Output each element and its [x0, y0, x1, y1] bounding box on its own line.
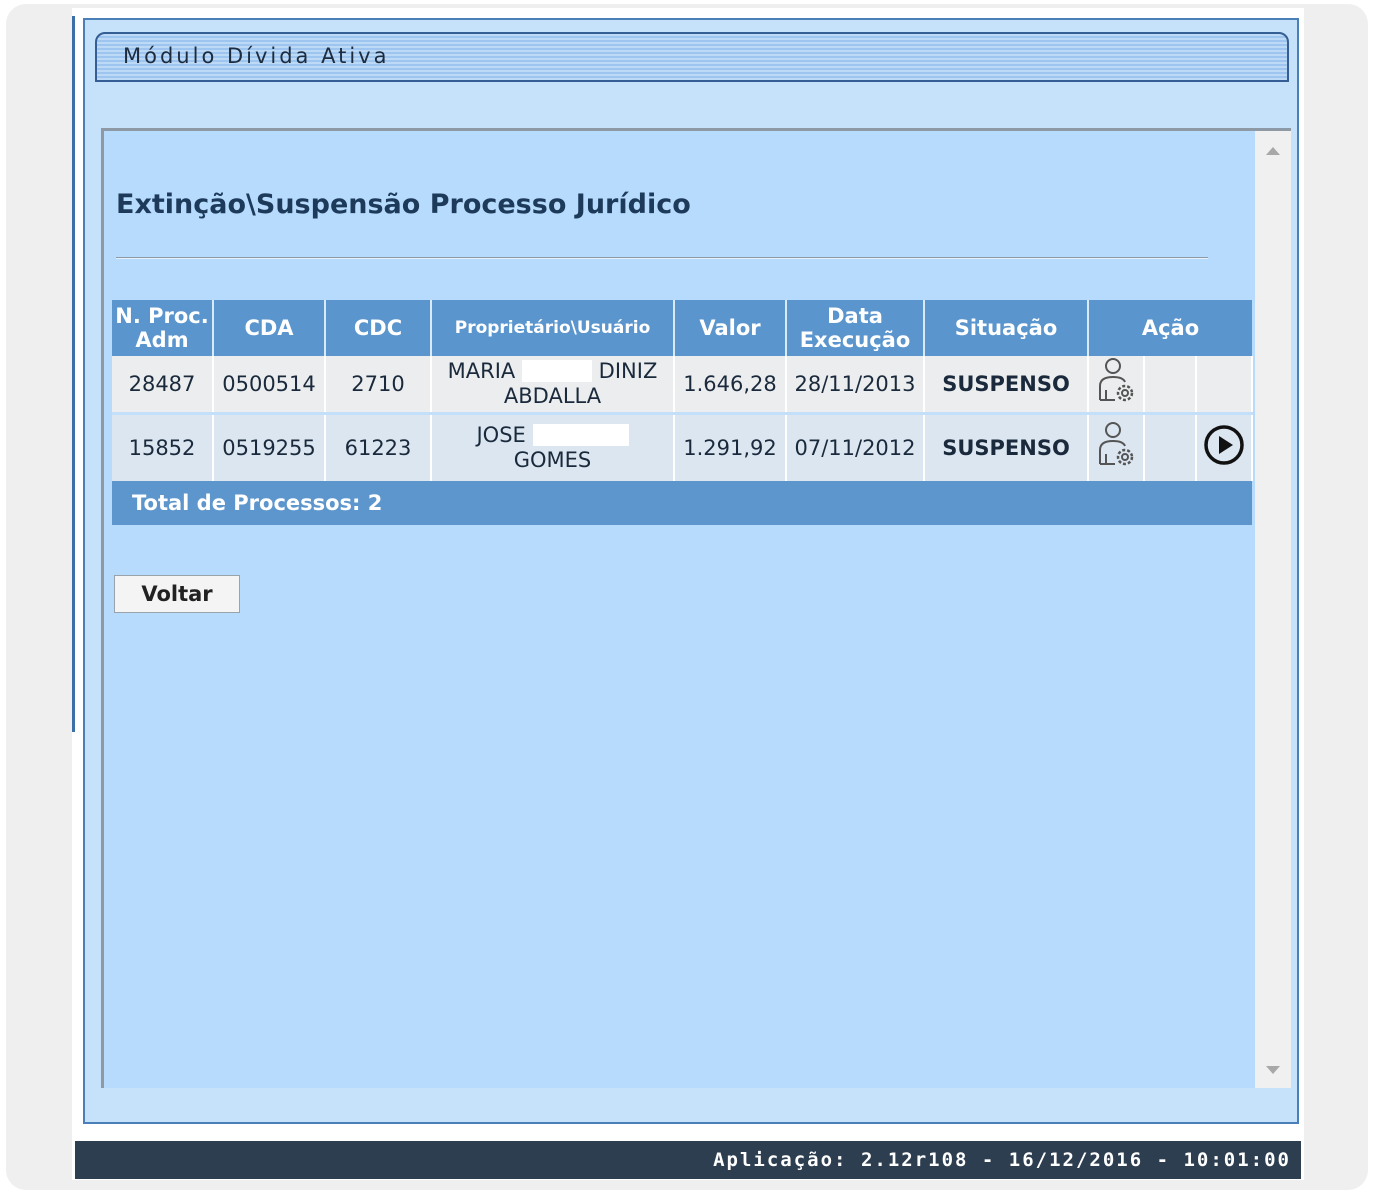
user-settings-icon[interactable] [1093, 356, 1139, 412]
title-divider [116, 257, 1208, 259]
table-row: 15852 0519255 61223 JOSE GOMES 1.291,92 … [112, 413, 1253, 481]
cell-action-empty [1196, 356, 1253, 415]
column-header-valor: Valor [674, 300, 787, 356]
column-header-owner: Proprietário\Usuário [431, 300, 675, 356]
cell-data: 28/11/2013 [786, 356, 925, 415]
cell-owner: MARIA DINIZ ABDALLA [431, 356, 675, 415]
cell-owner: JOSE GOMES [431, 413, 675, 481]
scroll-down-arrow-icon[interactable] [1266, 1066, 1280, 1074]
cell-cda: 0519255 [213, 413, 326, 481]
content-frame: Extinção\Suspensão Processo Jurídico N. … [101, 128, 1291, 1088]
vertical-scrollbar[interactable] [1255, 131, 1291, 1088]
column-header-acao: Ação [1088, 300, 1252, 356]
cell-cdc: 61223 [325, 413, 432, 481]
process-table: N. Proc. Adm CDA CDC Proprietário\Usuário… [112, 300, 1253, 525]
play-circle-icon[interactable] [1202, 423, 1246, 473]
cell-situacao: SUSPENSO [924, 356, 1089, 415]
page-title: Extinção\Suspensão Processo Jurídico [116, 189, 691, 220]
cell-nproc: 28487 [112, 356, 214, 415]
cell-cdc: 2710 [325, 356, 432, 415]
column-header-situacao: Situação [924, 300, 1089, 356]
module-header: Módulo Dívida Ativa [95, 32, 1289, 82]
redaction-box [532, 424, 629, 446]
cell-nproc: 15852 [112, 413, 214, 481]
voltar-button[interactable]: Voltar [114, 575, 240, 613]
cell-action-play [1196, 413, 1253, 481]
cell-data: 07/11/2012 [786, 413, 925, 481]
table-header-row: N. Proc. Adm CDA CDC Proprietário\Usuário… [112, 300, 1252, 356]
cell-action-empty [1144, 413, 1197, 481]
column-header-nproc: N. Proc. Adm [112, 300, 214, 356]
scroll-up-arrow-icon[interactable] [1266, 147, 1280, 155]
column-header-data: Data Execução [786, 300, 925, 356]
cell-situacao: SUSPENSO [924, 413, 1089, 481]
cell-valor: 1.291,92 [674, 413, 787, 481]
column-header-cdc: CDC [325, 300, 432, 356]
redaction-box [521, 360, 592, 382]
cell-action-empty [1144, 356, 1197, 415]
total-row: Total de Processos: 2 [112, 481, 1252, 525]
total-processes-label: Total de Processos: 2 [112, 481, 1252, 525]
cell-action-user [1088, 413, 1145, 481]
cell-valor: 1.646,28 [674, 356, 787, 415]
module-title: Módulo Dívida Ativa [123, 44, 390, 68]
table-row: 28487 0500514 2710 MARIA DINIZ ABDALLA 1… [112, 356, 1253, 415]
cell-cda: 0500514 [213, 356, 326, 415]
column-header-cda: CDA [213, 300, 326, 356]
status-bar: Aplicação: 2.12r108 - 16/12/2016 - 10:01… [75, 1141, 1301, 1179]
left-divider [72, 16, 75, 732]
cell-action-user [1088, 356, 1145, 415]
user-settings-icon[interactable] [1093, 420, 1139, 476]
